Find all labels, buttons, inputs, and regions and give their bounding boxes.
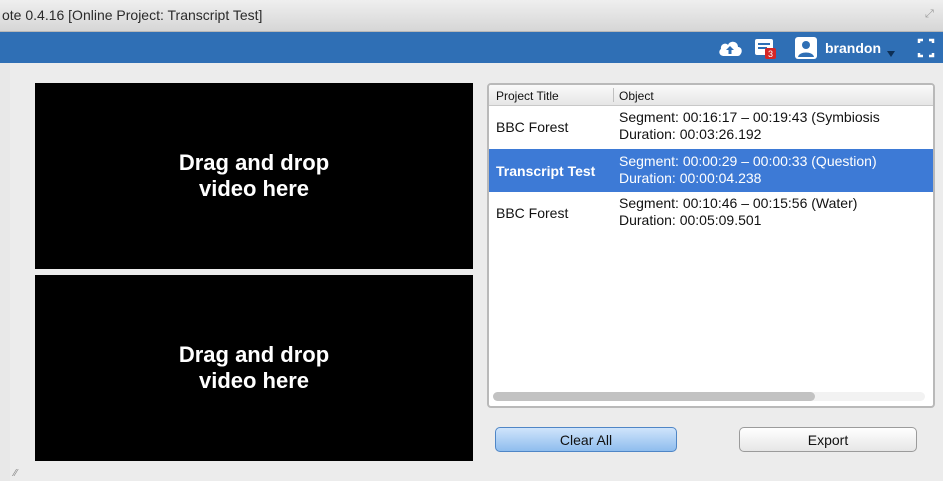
chevron-down-icon	[887, 51, 895, 57]
duration-text: Duration: 00:03:26.192	[619, 126, 762, 142]
video-drop-zone-2[interactable]: Drag and drop video here	[35, 275, 473, 461]
clear-all-button[interactable]: Clear All	[495, 427, 677, 452]
table-row[interactable]: BBC Forest Segment: 00:16:17 – 00:19:43 …	[489, 105, 933, 148]
column-divider[interactable]	[613, 88, 614, 102]
cell-object: Segment: 00:16:17 – 00:19:43 (Symbiosis …	[619, 109, 880, 143]
segment-text: Segment: 00:00:29 – 00:00:33 (Question)	[619, 153, 877, 169]
scrollbar-thumb[interactable]	[493, 392, 815, 401]
drop-zone-label-line2: video here	[198, 368, 310, 393]
table-header: Project Title Object	[489, 85, 933, 106]
column-header-object[interactable]: Object	[619, 89, 654, 103]
duration-text: Duration: 00:00:04.238	[619, 170, 762, 186]
video-drop-zone-1[interactable]: Drag and drop video here	[35, 83, 473, 269]
segment-text: Segment: 00:10:46 – 00:15:56 (Water)	[619, 195, 858, 211]
cell-project-title: Transcript Test	[496, 163, 596, 179]
notification-count-badge: 3	[768, 49, 773, 59]
drop-zone-label-line1: Drag and drop	[178, 150, 330, 175]
segments-table: Project Title Object BBC Forest Segment:…	[487, 83, 935, 408]
drop-zone-label-line2: video here	[198, 176, 310, 201]
window-titlebar: ote 0.4.16 [Online Project: Transcript T…	[0, 0, 943, 32]
cell-project-title: BBC Forest	[496, 119, 569, 135]
window-title: ote 0.4.16 [Online Project: Transcript T…	[2, 7, 263, 23]
export-button[interactable]: Export	[739, 427, 917, 452]
cell-object: Segment: 00:00:29 – 00:00:33 (Question) …	[619, 153, 877, 187]
upload-cloud-icon[interactable]	[717, 37, 743, 59]
segment-text: Segment: 00:16:17 – 00:19:43 (Symbiosis	[619, 109, 880, 125]
cell-object: Segment: 00:10:46 – 00:15:56 (Water) Dur…	[619, 195, 857, 229]
horizontal-scrollbar[interactable]	[493, 392, 925, 401]
cell-project-title: BBC Forest	[496, 205, 569, 221]
user-menu[interactable]: brandon	[795, 37, 895, 59]
duration-text: Duration: 00:05:09.501	[619, 212, 762, 228]
fullscreen-icon[interactable]	[916, 37, 936, 59]
table-row-selected[interactable]: Transcript Test Segment: 00:00:29 – 00:0…	[489, 149, 933, 192]
window-resize-icon[interactable]: ⤢	[925, 8, 937, 20]
notifications-icon[interactable]: 3	[753, 37, 777, 59]
user-icon	[795, 37, 817, 59]
resize-grip-icon[interactable]: ⁄⁄	[14, 469, 24, 479]
app-toolbar: 3 brandon	[0, 32, 943, 64]
column-header-project-title[interactable]: Project Title	[496, 89, 559, 103]
username-label: brandon	[825, 40, 881, 56]
table-row[interactable]: BBC Forest Segment: 00:10:46 – 00:15:56 …	[489, 191, 933, 234]
drop-zone-label-line1: Drag and drop	[178, 342, 330, 367]
